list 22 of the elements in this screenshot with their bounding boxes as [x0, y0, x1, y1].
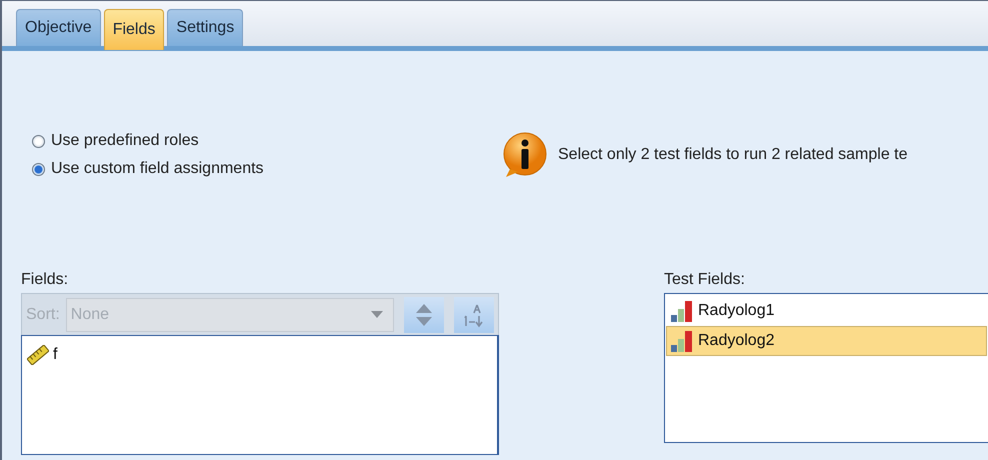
bar-chart-icon — [670, 299, 694, 323]
fields-label: Fields: — [21, 271, 68, 289]
test-fields-label: Test Fields: — [664, 271, 745, 289]
up-down-icon — [415, 302, 433, 326]
sort-numeric-icon — [463, 302, 485, 328]
info-message: Select only 2 test fields to run 2 related sample te — [558, 146, 908, 164]
tab[interactable]: Settings — [167, 9, 244, 46]
radio-option[interactable]: Use custom field assignments — [32, 160, 502, 178]
sort-order-button[interactable] — [404, 296, 444, 332]
sort-alpha-button[interactable] — [454, 296, 494, 332]
tab[interactable]: Fields — [104, 9, 164, 50]
radio-button[interactable] — [32, 134, 45, 148]
radio-option[interactable]: Use predefined roles — [32, 132, 502, 150]
bar-chart-icon — [670, 329, 694, 353]
tab[interactable]: Objective — [16, 9, 101, 46]
radio-button[interactable] — [32, 162, 45, 176]
radio-label: Use custom field assignments — [51, 160, 264, 178]
caret-icon — [371, 311, 383, 318]
list-item[interactable]: Radyolog2 — [666, 326, 987, 356]
list-item[interactable]: Radyolog1 — [666, 296, 987, 326]
info-icon — [502, 131, 548, 179]
radio-label: Use predefined roles — [51, 132, 199, 150]
